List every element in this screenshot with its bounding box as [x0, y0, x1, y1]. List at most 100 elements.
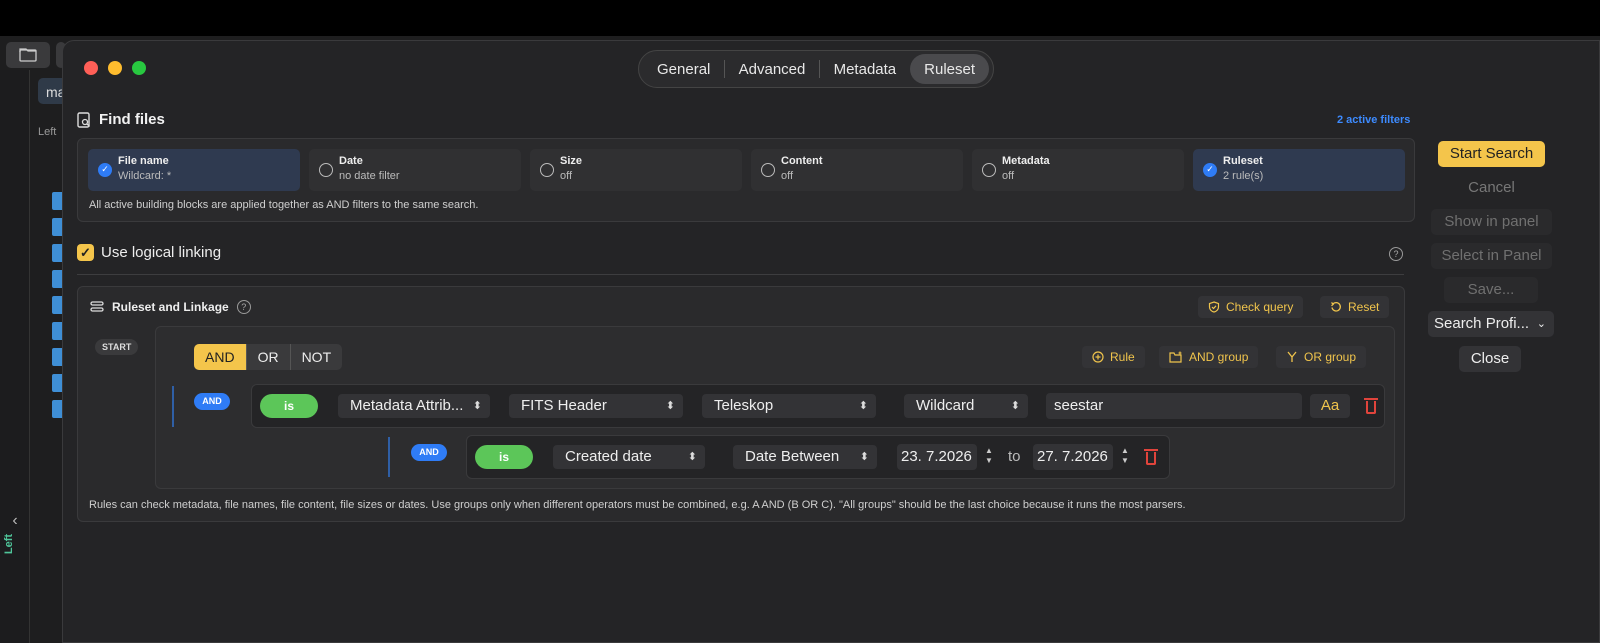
logical-linking-checkbox[interactable]: ✓ Use logical linking [77, 244, 221, 261]
block-title: Date [339, 155, 363, 167]
source-select-value: FITS Header [521, 397, 607, 414]
radio-icon [761, 163, 775, 177]
block-subtitle: off [1002, 170, 1015, 182]
block-subtitle: Wildcard: * [118, 170, 172, 182]
close-window-button[interactable] [84, 61, 98, 75]
building-blocks-panel: ✓ File name Wildcard: * Date no date fil… [77, 138, 1415, 222]
shield-check-icon [1208, 301, 1220, 313]
updown-chevron-icon: ⬍ [472, 400, 482, 412]
logical-linking-label: Use logical linking [101, 244, 222, 261]
minimize-window-button[interactable] [108, 61, 122, 75]
folder-icon [19, 48, 37, 62]
source-select[interactable]: FITS Header ⬍ [509, 394, 683, 418]
start-badge: START [95, 339, 139, 355]
ruleset-heading: Ruleset and Linkage ? [90, 300, 251, 314]
search-dialog: General Advanced Metadata Ruleset Find f… [62, 40, 1600, 643]
value-input[interactable]: seestar [1046, 393, 1302, 419]
checked-radio-icon: ✓ [1203, 163, 1217, 177]
new-folder-button[interactable] [6, 42, 50, 68]
find-files-heading: Find files [77, 111, 165, 128]
rule-row: is Metadata Attrib... ⬍ FITS Header ⬍ Te… [251, 384, 1385, 428]
reset-icon [1331, 301, 1341, 312]
rule-row: is Created date ⬍ Date Between ⬍ 23. 7.2… [466, 435, 1170, 479]
date-mode-value: Date Between [745, 448, 840, 465]
tab-metadata[interactable]: Metadata [820, 54, 911, 84]
close-button[interactable]: Close [1459, 346, 1521, 372]
block-subtitle: no date filter [339, 170, 400, 182]
help-icon[interactable]: ? [1389, 247, 1403, 261]
add-rule-label: Rule [1110, 350, 1135, 364]
trash-icon[interactable] [1144, 448, 1158, 466]
add-or-group-label: OR group [1304, 350, 1357, 364]
branch-icon [1287, 351, 1297, 362]
is-toggle[interactable]: is [260, 394, 318, 418]
search-profile-dropdown[interactable]: Search Profi... ⌄ [1428, 311, 1554, 337]
check-query-label: Check query [1226, 300, 1294, 314]
block-date[interactable]: Date no date filter [309, 149, 521, 191]
operator-or[interactable]: OR [247, 344, 291, 370]
radio-icon [319, 163, 333, 177]
radio-icon [540, 163, 554, 177]
show-in-panel-button[interactable]: Show in panel [1431, 209, 1552, 235]
date-to-stepper[interactable]: ▲ ▼ [1120, 446, 1130, 468]
trash-icon[interactable] [1364, 397, 1378, 415]
updown-chevron-icon: ⬍ [1010, 400, 1020, 412]
add-rule-button[interactable]: Rule [1082, 346, 1145, 368]
date-from-stepper[interactable]: ▲ ▼ [984, 446, 994, 468]
check-query-button[interactable]: Check query [1198, 296, 1304, 318]
folder-plus-icon [1169, 351, 1182, 363]
operator-not[interactable]: NOT [291, 344, 343, 370]
operator-and[interactable]: AND [194, 344, 247, 370]
match-mode-value: Wildcard [916, 397, 975, 414]
rule-link-badge: AND [194, 393, 230, 410]
field-select[interactable]: Metadata Attrib... ⬍ [338, 394, 490, 418]
active-filters-count: 2 active filters [1337, 114, 1411, 126]
block-metadata[interactable]: Metadata off [972, 149, 1184, 191]
add-and-group-button[interactable]: AND group [1159, 346, 1259, 368]
date-mode-select[interactable]: Date Between ⬍ [733, 445, 877, 469]
start-search-button[interactable]: Start Search [1438, 141, 1545, 167]
ruleset-panel: Ruleset and Linkage ? Check query Reset … [77, 286, 1405, 522]
updown-chevron-icon: ⬍ [665, 400, 675, 412]
help-icon[interactable]: ? [236, 300, 251, 314]
field-select[interactable]: Created date ⬍ [553, 445, 705, 469]
add-or-group-button[interactable]: OR group [1276, 346, 1367, 368]
rule-connector-line [388, 437, 390, 477]
updown-chevron-icon: ⬍ [859, 451, 869, 463]
match-mode-select[interactable]: Wildcard ⬍ [904, 394, 1028, 418]
checkmark-icon: ✓ [77, 244, 94, 261]
block-size[interactable]: Size off [530, 149, 742, 191]
block-content[interactable]: Content off [751, 149, 963, 191]
block-ruleset[interactable]: ✓ Ruleset 2 rule(s) [1193, 149, 1405, 191]
tab-general[interactable]: General [643, 54, 724, 84]
is-toggle[interactable]: is [475, 445, 533, 469]
to-label: to [1008, 448, 1021, 465]
blocks-note: All active building blocks are applied t… [89, 199, 479, 211]
block-subtitle: 2 rule(s) [1223, 170, 1264, 182]
plus-circle-icon [1092, 351, 1104, 363]
field-select-value: Metadata Attrib... [350, 397, 464, 414]
case-sensitive-button[interactable]: Aa [1310, 394, 1350, 418]
tab-ruleset[interactable]: Ruleset [910, 54, 989, 84]
select-in-panel-button[interactable]: Select in Panel [1431, 243, 1552, 269]
attribute-select[interactable]: Teleskop ⬍ [702, 394, 876, 418]
chevron-left-icon[interactable]: ‹ [4, 512, 26, 530]
zoom-window-button[interactable] [132, 61, 146, 75]
save-button[interactable]: Save... [1444, 277, 1538, 303]
background-left-label: Left [38, 126, 57, 138]
block-title: File name [118, 155, 169, 167]
block-subtitle: off [781, 170, 794, 182]
date-to-input[interactable]: 27. 7.2026 [1033, 444, 1113, 470]
left-panel-label: Left [3, 533, 15, 555]
date-from-input[interactable]: 23. 7.2026 [897, 444, 977, 470]
search-profile-label: Search Profi... [1434, 315, 1530, 332]
add-and-group-label: AND group [1189, 350, 1249, 364]
block-file-name[interactable]: ✓ File name Wildcard: * [88, 149, 300, 191]
tab-advanced[interactable]: Advanced [725, 54, 820, 84]
cancel-button[interactable]: Cancel [1438, 175, 1545, 201]
operator-segmented-control: AND OR NOT [194, 344, 343, 370]
reset-button[interactable]: Reset [1320, 296, 1390, 318]
left-sidebar [0, 70, 30, 643]
list-icon [90, 301, 104, 312]
updown-chevron-icon: ⬍ [858, 400, 868, 412]
